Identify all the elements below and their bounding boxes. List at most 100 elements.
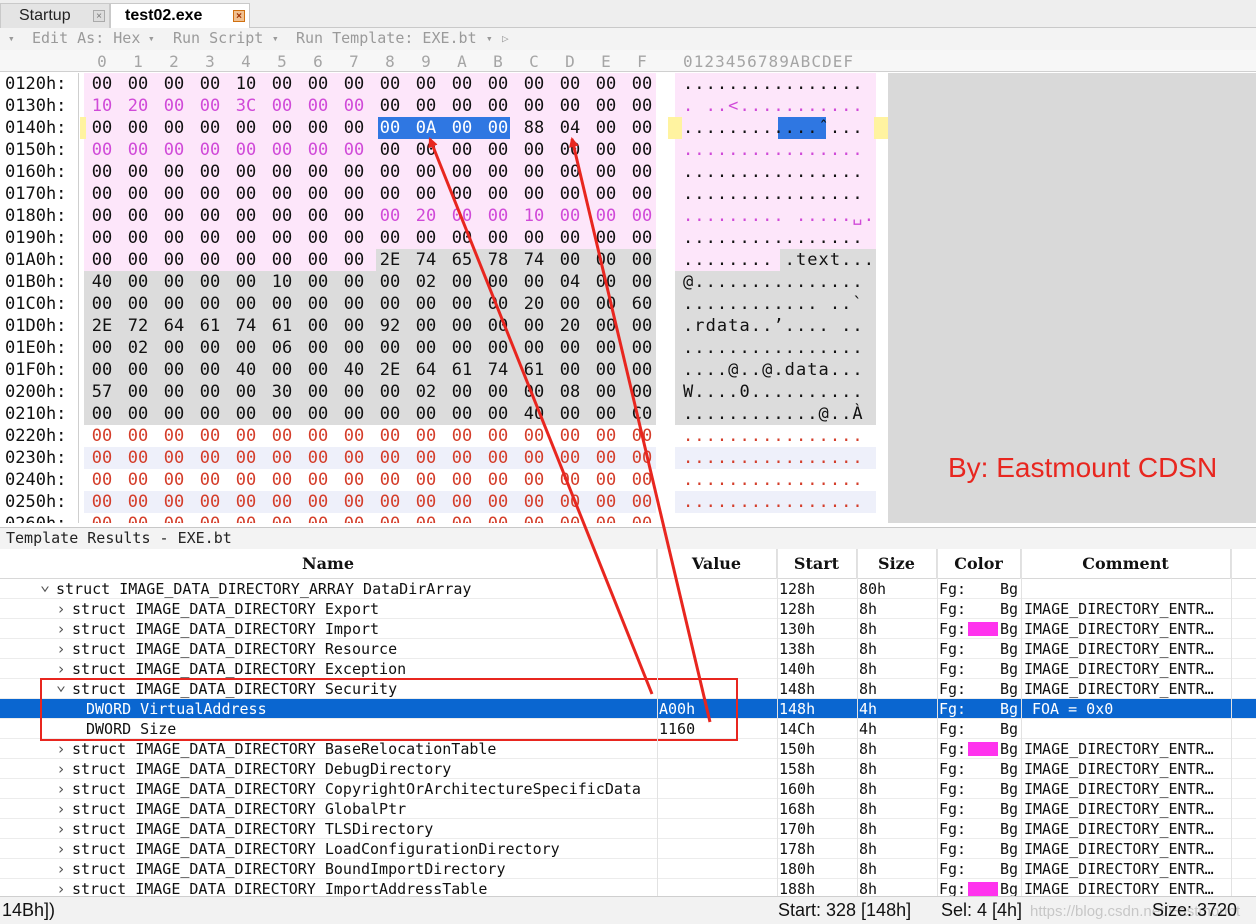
column-color[interactable]: Color bbox=[937, 549, 1021, 579]
hex-byte[interactable]: 00 bbox=[483, 227, 513, 249]
hex-byte[interactable]: 00 bbox=[87, 403, 117, 425]
hex-byte[interactable]: 00 bbox=[447, 447, 477, 469]
hex-byte[interactable]: 00 bbox=[339, 293, 369, 315]
hex-byte[interactable]: 74 bbox=[411, 249, 441, 271]
hex-row[interactable]: 0190h: 00 00 00 00 00 00 00 00 00 00 00 00 00 00 00 00..… bbox=[0, 227, 1256, 249]
hex-byte[interactable]: 00 bbox=[519, 183, 549, 205]
chevron-right-icon[interactable]: › bbox=[54, 759, 68, 779]
hex-byte[interactable]: 20 bbox=[123, 95, 153, 117]
table-row[interactable]: › struct IMAGE_DATA_DIRECTORY DebugDirect… bbox=[0, 759, 1256, 779]
hex-byte[interactable]: 00 bbox=[591, 425, 621, 447]
hex-byte[interactable]: 00 bbox=[267, 139, 297, 161]
hex-byte[interactable]: 92 bbox=[375, 315, 405, 337]
hex-byte[interactable]: 02 bbox=[411, 271, 441, 293]
hex-ascii[interactable]: ................ bbox=[683, 139, 864, 161]
hex-byte[interactable]: 00 bbox=[123, 491, 153, 513]
hex-byte[interactable]: 00 bbox=[231, 117, 261, 139]
hex-byte[interactable]: 00 bbox=[591, 271, 621, 293]
hex-row[interactable]: 0230h: 00 00 00 00 00 00 00 00 00 00 00 00 00 00 00 00..… bbox=[0, 447, 1256, 469]
hex-byte[interactable]: 00 bbox=[483, 315, 513, 337]
hex-byte[interactable]: 00 bbox=[267, 447, 297, 469]
hex-ascii[interactable]: ............ˆ... bbox=[683, 117, 864, 139]
hex-row[interactable]: 0140h: 00 00 00 00 00 00 00 00 00 0A 00 00 88 04 00 00..… bbox=[0, 117, 1256, 139]
hex-byte[interactable]: 00 bbox=[519, 381, 549, 403]
hex-byte[interactable]: 00 bbox=[123, 227, 153, 249]
hex-byte[interactable]: 00 bbox=[555, 227, 585, 249]
hex-byte[interactable]: 00 bbox=[375, 271, 405, 293]
column-value[interactable]: Value bbox=[657, 549, 777, 579]
hex-byte[interactable]: 00 bbox=[555, 425, 585, 447]
chevron-right-icon[interactable]: › bbox=[54, 859, 68, 879]
hex-byte[interactable]: 00 bbox=[123, 117, 153, 139]
hex-byte[interactable]: 00 bbox=[483, 183, 513, 205]
hex-byte[interactable]: 00 bbox=[87, 293, 117, 315]
hex-byte[interactable]: 00 bbox=[87, 73, 117, 95]
hex-byte[interactable]: 00 bbox=[339, 95, 369, 117]
hex-byte[interactable]: 00 bbox=[411, 513, 441, 523]
hex-row[interactable]: 0200h: 57 00 00 00 00 30 00 00 00 02 00 00 00 08 00 00 W.… bbox=[0, 381, 1256, 403]
hex-byte[interactable]: 00 bbox=[87, 469, 117, 491]
hex-byte[interactable]: 74 bbox=[231, 315, 261, 337]
hex-byte[interactable]: 00 bbox=[411, 95, 441, 117]
hex-byte[interactable]: 00 bbox=[591, 293, 621, 315]
table-row[interactable]: › struct IMAGE_DATA_DIRECTORY Export 128h 8… bbox=[0, 599, 1256, 619]
hex-byte[interactable]: 78 bbox=[483, 249, 513, 271]
hex-row[interactable]: 0160h: 00 00 00 00 00 00 00 00 00 00 00 00 00 00 00 00..… bbox=[0, 161, 1256, 183]
hex-byte[interactable]: 00 bbox=[267, 73, 297, 95]
hex-byte[interactable]: 88 bbox=[519, 117, 549, 139]
hex-byte[interactable]: 00 bbox=[555, 161, 585, 183]
chevron-right-icon[interactable]: › bbox=[54, 839, 68, 859]
hex-byte[interactable]: 00 bbox=[267, 161, 297, 183]
hex-byte[interactable]: 00 bbox=[195, 359, 225, 381]
hex-byte[interactable]: 00 bbox=[303, 249, 333, 271]
hex-byte[interactable]: 20 bbox=[555, 315, 585, 337]
hex-byte[interactable]: 00 bbox=[195, 447, 225, 469]
hex-byte[interactable]: 00 bbox=[339, 249, 369, 271]
hex-byte[interactable]: 00 bbox=[267, 403, 297, 425]
hex-byte[interactable]: 00 bbox=[375, 117, 405, 139]
hex-row[interactable]: 01B0h: 40 00 00 00 00 10 00 00 00 02 00 00 00 04 00 00 @.… bbox=[0, 271, 1256, 293]
hex-byte[interactable]: 64 bbox=[159, 315, 189, 337]
hex-byte[interactable]: 00 bbox=[555, 469, 585, 491]
hex-byte[interactable]: 00 bbox=[375, 205, 405, 227]
hex-byte[interactable]: 00 bbox=[375, 73, 405, 95]
hex-byte[interactable]: 61 bbox=[267, 315, 297, 337]
hex-byte[interactable]: 00 bbox=[123, 381, 153, 403]
hex-byte[interactable]: 61 bbox=[447, 359, 477, 381]
hex-byte[interactable]: 00 bbox=[339, 491, 369, 513]
hex-byte[interactable]: 00 bbox=[159, 249, 189, 271]
hex-byte[interactable]: 00 bbox=[87, 447, 117, 469]
hex-byte[interactable]: 00 bbox=[447, 139, 477, 161]
hex-ascii[interactable]: ......... .....␣. bbox=[683, 205, 875, 227]
hex-byte[interactable]: 00 bbox=[519, 315, 549, 337]
hex-byte[interactable]: 10 bbox=[519, 205, 549, 227]
hex-byte[interactable]: 60 bbox=[627, 293, 657, 315]
hex-byte[interactable]: 10 bbox=[267, 271, 297, 293]
hex-byte[interactable]: 00 bbox=[627, 183, 657, 205]
hex-byte[interactable]: 00 bbox=[303, 469, 333, 491]
hex-ascii[interactable]: ................ bbox=[683, 513, 864, 523]
hex-byte[interactable]: 00 bbox=[123, 469, 153, 491]
table-row[interactable]: ⌄ struct IMAGE_DATA_DIRECTORY Security 148… bbox=[0, 675, 1256, 699]
table-row[interactable]: › struct IMAGE_DATA_DIRECTORY Resource 138… bbox=[0, 639, 1256, 659]
hex-byte[interactable]: 00 bbox=[591, 249, 621, 271]
hex-ascii[interactable]: ................ bbox=[683, 337, 864, 359]
hex-ascii[interactable]: ....@..@.data... bbox=[683, 359, 864, 381]
hex-byte[interactable]: 00 bbox=[591, 337, 621, 359]
hex-byte[interactable]: 00 bbox=[483, 491, 513, 513]
hex-byte[interactable]: 00 bbox=[447, 337, 477, 359]
hex-byte[interactable]: 00 bbox=[195, 117, 225, 139]
hex-byte[interactable]: 00 bbox=[123, 139, 153, 161]
hex-byte[interactable]: 00 bbox=[519, 95, 549, 117]
hex-byte[interactable]: 20 bbox=[411, 205, 441, 227]
hex-byte[interactable]: 00 bbox=[483, 381, 513, 403]
hex-byte[interactable]: 00 bbox=[159, 271, 189, 293]
hex-byte[interactable]: 00 bbox=[303, 183, 333, 205]
chevron-down-icon[interactable]: ▾ bbox=[148, 28, 155, 49]
hex-byte[interactable]: 00 bbox=[303, 491, 333, 513]
hex-byte[interactable]: 74 bbox=[519, 249, 549, 271]
hex-byte[interactable]: 00 bbox=[591, 73, 621, 95]
hex-byte[interactable]: 00 bbox=[555, 205, 585, 227]
hex-byte[interactable]: 08 bbox=[555, 381, 585, 403]
hex-byte[interactable]: 00 bbox=[195, 161, 225, 183]
